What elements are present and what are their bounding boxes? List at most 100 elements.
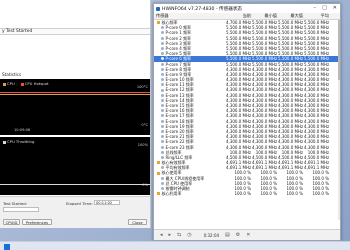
sensor-scrollbar-thumb[interactable] <box>338 20 340 80</box>
maximize-icon[interactable]: □ <box>322 5 327 11</box>
sensor-icon <box>161 187 164 191</box>
test-started-label: Test Started: <box>3 201 27 206</box>
taskbar <box>0 241 350 250</box>
settings-icon[interactable]: ⚙ <box>236 232 240 238</box>
sensor-table-header: 传感器 当前 最小值 最大值 平均 <box>154 13 340 20</box>
throttling-legend: CPU Throttling <box>3 139 34 144</box>
nav-forward-icon[interactable]: ▸ <box>169 232 172 238</box>
sensor-icon <box>161 36 164 40</box>
sensor-name-label: 核心利用率 <box>161 191 182 197</box>
sensor-icon <box>161 155 164 159</box>
sensor-icon <box>161 83 164 87</box>
col-header-sensor[interactable]: 传感器 <box>154 13 226 19</box>
legend-throttling-swatch <box>3 140 6 144</box>
throttle-axis-min: 0% <box>142 183 148 187</box>
temperature-legend: CPU CPU Hotspot <box>3 81 49 86</box>
legend-throttling[interactable]: CPU Throttling <box>3 139 34 144</box>
sensor-icon <box>161 47 164 51</box>
sensor-icon <box>161 62 164 66</box>
legend-cpu-label: CPU <box>7 81 15 86</box>
sensor-icon <box>161 130 164 134</box>
sensor-icon <box>161 52 164 56</box>
temp-axis-min: 0°C <box>141 123 148 127</box>
legend-cpu-swatch <box>3 82 6 86</box>
stability-test-window: y Test Started Statistics CPU CPU Hotspo… <box>0 0 151 228</box>
hwinfo-title: HWiNFO64 v7.27-4830 - 传感器状态 <box>162 6 243 12</box>
test-status-text: y Test Started <box>0 28 150 35</box>
elapsed-time-label: Elapsed Time: <box>66 201 93 206</box>
legend-hotspot-label: CPU Hotspot <box>24 81 49 86</box>
elapsed-time-field: 00:11:02 <box>94 200 120 205</box>
sensor-icon <box>161 119 164 123</box>
clock-icon[interactable]: ◷ <box>187 232 191 238</box>
sensor-icon <box>161 31 164 35</box>
tab-statistics[interactable]: Statistics <box>2 72 21 77</box>
sensor-icon <box>161 78 164 82</box>
throttling-graph: CPU Throttling 100% 0% <box>0 137 150 195</box>
sensor-icon <box>161 124 164 128</box>
temp-time-label: 10:09:06 <box>14 128 31 132</box>
sensor-icon <box>161 88 164 92</box>
sensor-current: 100.0 % <box>234 191 251 197</box>
hwinfo-app-icon <box>156 6 160 11</box>
close-icon[interactable]: ✕ <box>333 5 337 11</box>
sensor-icon <box>161 93 164 97</box>
col-header-max[interactable]: 最大值 <box>278 13 304 19</box>
sensor-row[interactable]: 核心利用率 100.0 % 100.0 % 100.0 % 100.0 % <box>154 191 340 196</box>
sensor-icon <box>161 57 164 61</box>
sensor-icon <box>161 98 164 102</box>
cpuid-button[interactable]: CPUID <box>3 219 20 225</box>
minimize-icon[interactable]: – <box>314 5 317 11</box>
sensor-icon <box>161 26 164 30</box>
sensor-group-icon <box>157 161 160 165</box>
report-icon[interactable]: ▤ <box>225 232 230 238</box>
temp-axis-max: 100°C <box>136 85 148 89</box>
col-header-current[interactable]: 当前 <box>226 13 252 19</box>
temp-line <box>0 94 150 95</box>
sensor-icon <box>161 166 164 170</box>
preferences-button[interactable]: Preferences <box>22 219 52 225</box>
sensor-icon <box>161 140 164 144</box>
throttle-axis-max: 100% <box>137 143 148 147</box>
sensor-table-body: 核心频率 4,700.0 MHz 5,500.0 MHz 5,500.0 MHz 5,5… <box>154 20 340 196</box>
exit-icon[interactable]: ✕ <box>246 232 250 238</box>
sensor-group-icon <box>157 192 160 196</box>
elapsed-clock: 0:32:04 <box>203 232 220 238</box>
sensor-icon <box>161 114 164 118</box>
sensor-icon <box>161 145 164 149</box>
sensor-name: 核心利用率 <box>154 191 226 196</box>
sensor-icon <box>161 176 164 180</box>
sensor-icon <box>161 135 164 139</box>
col-header-avg[interactable]: 平均 <box>304 13 330 19</box>
legend-hotspot[interactable]: CPU Hotspot <box>20 81 49 86</box>
windows-start-icon[interactable] <box>4 244 10 250</box>
sensor-icon <box>161 41 164 45</box>
hwinfo-titlebar[interactable]: HWiNFO64 v7.27-4830 - 传感器状态 – □ ✕ <box>154 4 340 13</box>
chart-tabs: Statistics <box>0 71 150 78</box>
legend-throttling-label: CPU Throttling <box>7 139 35 144</box>
throttle-line <box>0 184 150 185</box>
sensor-icon <box>161 181 164 185</box>
sensor-group-icon <box>157 171 160 175</box>
legend-cpu[interactable]: CPU <box>3 81 15 86</box>
hwinfo-footer: ◂ ▸ ⇆ ◷ 0:32:04 ▤ ⚙ ✕ <box>154 229 340 240</box>
sensor-icon <box>161 109 164 113</box>
sensor-icon <box>161 150 164 154</box>
network-icon[interactable]: ⇆ <box>177 232 181 238</box>
sensor-max: 100.0 % <box>286 191 303 197</box>
nav-back-icon[interactable]: ◂ <box>160 232 163 238</box>
test-info-panel: Test Started: Elapsed Time: 00:11:02 CPU… <box>0 196 150 228</box>
close-button[interactable]: Close <box>128 219 147 225</box>
hwinfo-sensor-window: HWiNFO64 v7.27-4830 - 传感器状态 – □ ✕ 传感器 当前… <box>153 3 341 241</box>
col-header-min[interactable]: 最小值 <box>252 13 278 19</box>
legend-hotspot-swatch <box>20 82 24 86</box>
temperature-graph: CPU CPU Hotspot 100°C 0°C 10:09:06 <box>0 79 150 135</box>
sensor-min: 100.0 % <box>260 191 277 197</box>
sensor-icon <box>161 67 164 71</box>
test-started-field <box>3 207 39 212</box>
hotspot-line <box>0 92 150 93</box>
sensor-icon <box>161 72 164 76</box>
sensor-group-icon <box>157 21 160 25</box>
sensor-icon <box>161 104 164 108</box>
sensor-avg: 100.0 % <box>312 191 329 197</box>
